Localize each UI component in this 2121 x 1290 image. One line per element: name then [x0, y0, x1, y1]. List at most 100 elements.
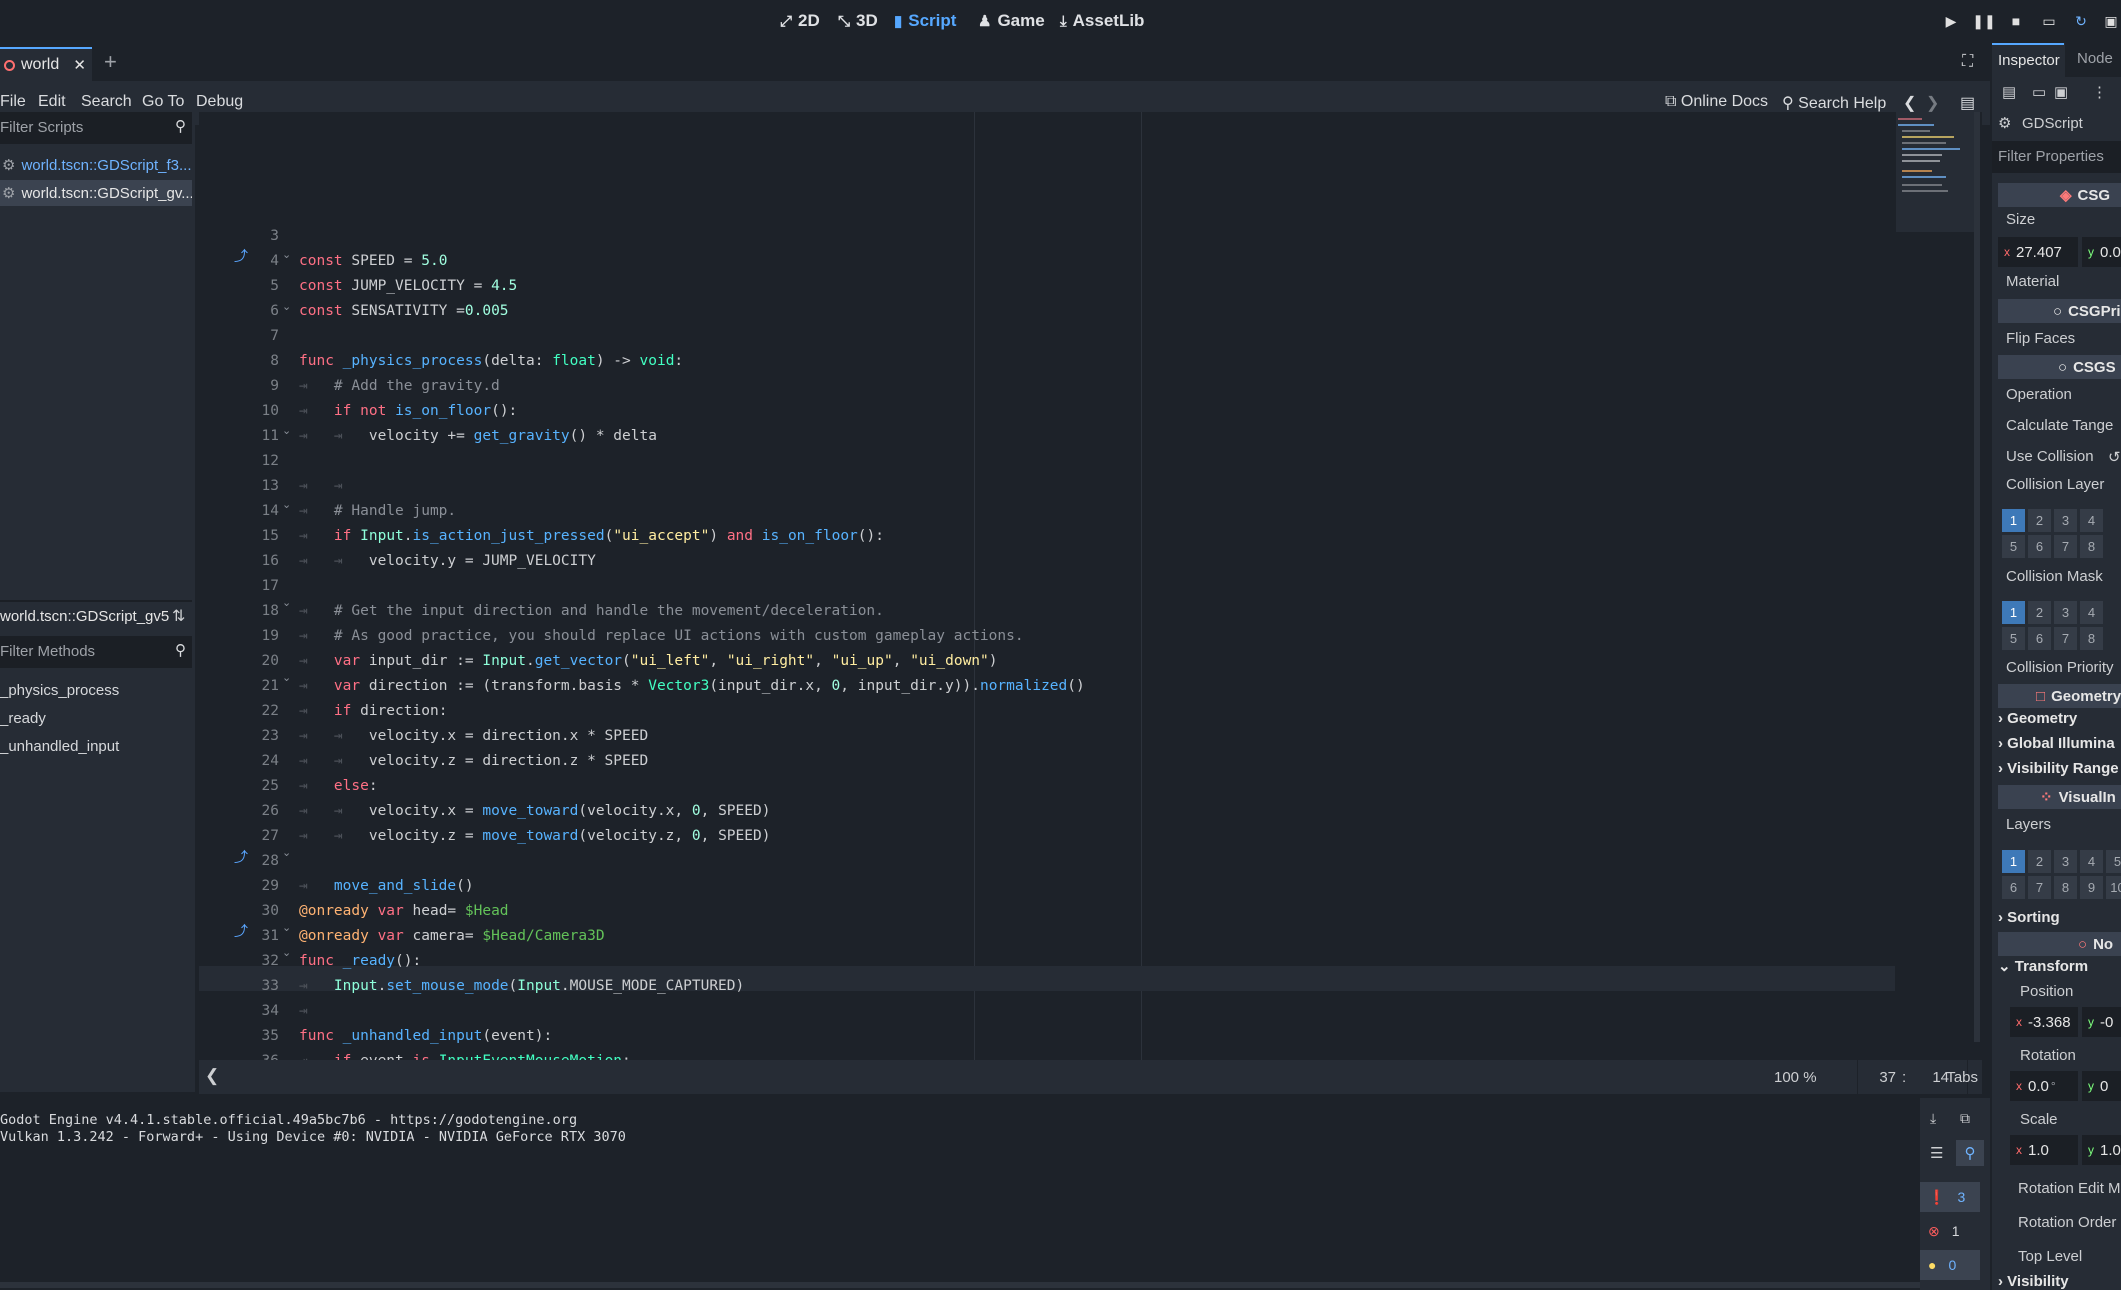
layer-cell[interactable]: 7 — [2028, 876, 2051, 899]
global-illumination-group[interactable]: › Global Illumina — [1998, 735, 2115, 752]
new-resource-icon[interactable]: ▤ — [2002, 83, 2016, 101]
distraction-free-icon[interactable]: ⛶ — [1962, 53, 1973, 71]
history-forward-icon[interactable]: ❯ — [1926, 93, 1939, 113]
layer-cell[interactable]: 6 — [2028, 627, 2051, 650]
close-icon[interactable]: ✕ — [73, 56, 86, 74]
collision-mask-grid[interactable]: 1234 5678 — [2002, 601, 2103, 650]
menu-edit[interactable]: Edit — [38, 93, 66, 111]
fold-arrow-icon[interactable]: ⌄ — [282, 498, 291, 511]
layer-cell[interactable]: 7 — [2054, 535, 2077, 558]
position-y-field[interactable]: y -0 — [2082, 1007, 2121, 1037]
rotation-y-field[interactable]: y0 — [2082, 1071, 2121, 1101]
menu-search[interactable]: Search — [81, 93, 132, 111]
layer-cell[interactable]: 1 — [2002, 601, 2025, 624]
scale-x-field[interactable]: x 1.0 — [2010, 1135, 2078, 1165]
scale-y-field[interactable]: y 1.0 — [2082, 1135, 2121, 1165]
visibility-group[interactable]: › Visibility — [1998, 1273, 2069, 1290]
fold-arrow-icon[interactable]: ⌄ — [282, 846, 291, 859]
menu-goto[interactable]: Go To — [142, 93, 184, 111]
tab-inspector[interactable]: Inspector — [1992, 43, 2064, 77]
add-tab-button[interactable]: + — [104, 49, 117, 75]
bookmark-icon[interactable]: ⤴ — [234, 246, 248, 266]
layer-cell[interactable]: 3 — [2054, 601, 2077, 624]
fold-arrow-icon[interactable]: ⌄ — [282, 248, 291, 261]
layer-cell[interactable]: 2 — [2028, 850, 2051, 873]
sort-icon[interactable]: ⇅ — [172, 606, 185, 626]
layer-cell[interactable]: 3 — [2054, 850, 2077, 873]
layer-cell[interactable]: 1 — [2002, 509, 2025, 532]
pause-icon[interactable]: ❚❚ — [1972, 10, 1995, 32]
layer-cell[interactable]: 8 — [2054, 876, 2077, 899]
transform-group[interactable]: ⌄ Transform — [1998, 957, 2088, 975]
open-resource-icon[interactable]: ▭ — [2032, 83, 2046, 101]
mode-3d-button[interactable]: ⤡ 3D — [838, 8, 878, 34]
geometryinstance-section-header[interactable]: □ Geometry — [1998, 684, 2121, 708]
movie-icon[interactable]: ▣ — [2100, 10, 2121, 32]
scene-tab-world[interactable]: world ✕ — [0, 47, 92, 81]
layer-cell[interactable]: 3 — [2054, 509, 2077, 532]
errors-filter-button[interactable]: ⊗ 1 — [1920, 1216, 1980, 1246]
filter-search-icon[interactable]: ⚲ — [1956, 1140, 1984, 1166]
fold-arrow-icon[interactable]: ⌄ — [282, 596, 291, 609]
bookmark-icon[interactable]: ⤴ — [234, 847, 248, 867]
menu-debug[interactable]: Debug — [196, 93, 243, 111]
bookmark-icon[interactable]: ⤴ — [234, 921, 248, 941]
script-item[interactable]: ⚙ world.tscn::GDScript_f3... — [0, 152, 192, 178]
menu-file[interactable]: File — [0, 93, 26, 111]
layer-cell[interactable]: 7 — [2054, 627, 2077, 650]
fold-arrow-icon[interactable]: ⌄ — [282, 424, 291, 437]
size-y-field[interactable]: y 0.0 — [2082, 237, 2121, 267]
indent-mode[interactable]: Tabs — [1943, 1069, 1978, 1086]
stop-icon[interactable]: ■ — [2005, 10, 2027, 32]
history-back-icon[interactable]: ❮ — [1903, 93, 1916, 113]
play-icon[interactable]: ▶ — [1940, 10, 1962, 32]
mode-game-button[interactable]: ♟ Game — [978, 8, 1045, 34]
search-help-button[interactable]: ⚲ Search Help — [1782, 93, 1886, 113]
pin-icon[interactable]: ⤓ — [1930, 1110, 1936, 1127]
fold-arrow-icon[interactable]: ⌄ — [282, 300, 291, 313]
fold-arrow-icon[interactable]: ⌄ — [282, 921, 291, 934]
layer-cell[interactable]: 8 — [2080, 627, 2103, 650]
filter-scripts-input[interactable]: Filter Scripts ⚲ — [0, 112, 192, 144]
layer-cell[interactable]: 6 — [2028, 535, 2051, 558]
remote-debug-icon[interactable]: ▭ — [2038, 10, 2060, 32]
fold-arrow-icon[interactable]: ⌄ — [282, 946, 291, 959]
mode-2d-button[interactable]: ⤢ 2D — [780, 8, 820, 34]
mode-assetlib-button[interactable]: ⤓ AssetLib — [1060, 8, 1144, 34]
layer-cell[interactable]: 4 — [2080, 509, 2103, 532]
position-x-field[interactable]: x -3.368 — [2010, 1007, 2078, 1037]
visualinstance-section-header[interactable]: ⁘ VisualIn — [1998, 785, 2121, 809]
revert-icon[interactable]: ↺ — [2108, 448, 2121, 466]
save-icon[interactable]: ▣ — [2054, 83, 2068, 101]
csgprimitive-section-header[interactable]: ○ CSGPri — [1998, 299, 2121, 323]
layer-cell[interactable]: 2 — [2028, 601, 2051, 624]
filter-methods-input[interactable]: Filter Methods ⚲ — [0, 636, 192, 668]
layer-cell[interactable]: 6 — [2002, 876, 2025, 899]
sorting-group[interactable]: › Sorting — [1998, 909, 2060, 926]
warnings-filter-button[interactable]: ● 0 — [1920, 1250, 1980, 1280]
layer-cell[interactable]: 2 — [2028, 509, 2051, 532]
layer-cell[interactable]: 8 — [2080, 535, 2103, 558]
csgshape-section-header[interactable]: ○ CSGS — [1998, 355, 2121, 379]
csg-section-header[interactable]: ◈ CSG — [1998, 183, 2121, 207]
zoom-level[interactable]: 100 % — [1774, 1069, 1817, 1086]
layer-cell[interactable]: 5 — [2002, 627, 2025, 650]
minimap[interactable] — [1896, 112, 1976, 232]
layer-cell[interactable]: 5 — [2002, 535, 2025, 558]
collapse-icon[interactable]: ☰ — [1930, 1144, 1943, 1162]
layer-cell[interactable]: 5 — [2106, 850, 2121, 873]
layer-cell[interactable]: 4 — [2080, 850, 2103, 873]
reload-icon[interactable]: ↻ — [2070, 10, 2092, 32]
size-x-field[interactable]: x 27.407 — [1998, 237, 2078, 267]
code-editor[interactable]: 3 4 5 6 7 8 9 10 11 12 13 14 15 16 17 18 19 20 21 22 23 24 25 2… — [199, 112, 1982, 1144]
method-item[interactable]: _ready — [0, 710, 46, 727]
method-item[interactable]: _physics_process — [0, 682, 119, 699]
geometry-group[interactable]: › Geometry — [1998, 710, 2077, 727]
collision-layer-grid[interactable]: 1234 5678 — [2002, 509, 2103, 558]
filter-properties-input[interactable]: Filter Properties — [1992, 141, 2121, 173]
online-docs-button[interactable]: ⧉ Online Docs — [1665, 93, 1768, 111]
toggle-panel-icon[interactable]: ▤ — [1960, 93, 1975, 113]
layer-cell[interactable]: 4 — [2080, 601, 2103, 624]
mode-script-button[interactable]: ▮ Script — [894, 8, 956, 34]
tab-node[interactable]: Node — [2065, 43, 2121, 77]
